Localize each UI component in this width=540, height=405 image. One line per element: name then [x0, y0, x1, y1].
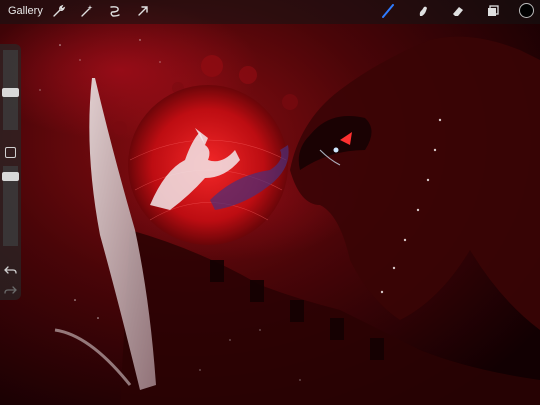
layers-icon[interactable] — [486, 4, 500, 18]
wrench-icon[interactable] — [52, 4, 66, 18]
brush-icon[interactable] — [381, 4, 395, 18]
magic-wand-icon[interactable] — [80, 4, 94, 18]
eraser-icon[interactable] — [451, 4, 465, 18]
color-picker-button[interactable] — [519, 3, 534, 18]
selection-icon[interactable] — [108, 4, 122, 18]
drawing-canvas[interactable] — [0, 0, 540, 405]
gallery-button[interactable]: Gallery — [8, 4, 43, 18]
dragon-artwork — [0, 0, 540, 405]
brush-size-handle[interactable] — [2, 88, 19, 97]
transform-arrow-icon[interactable] — [136, 4, 150, 18]
opacity-handle[interactable] — [2, 172, 19, 181]
undo-icon[interactable] — [4, 264, 17, 276]
smudge-icon[interactable] — [416, 4, 430, 18]
modify-button[interactable] — [5, 147, 16, 158]
left-sidebar — [0, 44, 21, 300]
redo-icon[interactable] — [4, 284, 17, 296]
top-toolbar: Gallery — [0, 0, 540, 24]
